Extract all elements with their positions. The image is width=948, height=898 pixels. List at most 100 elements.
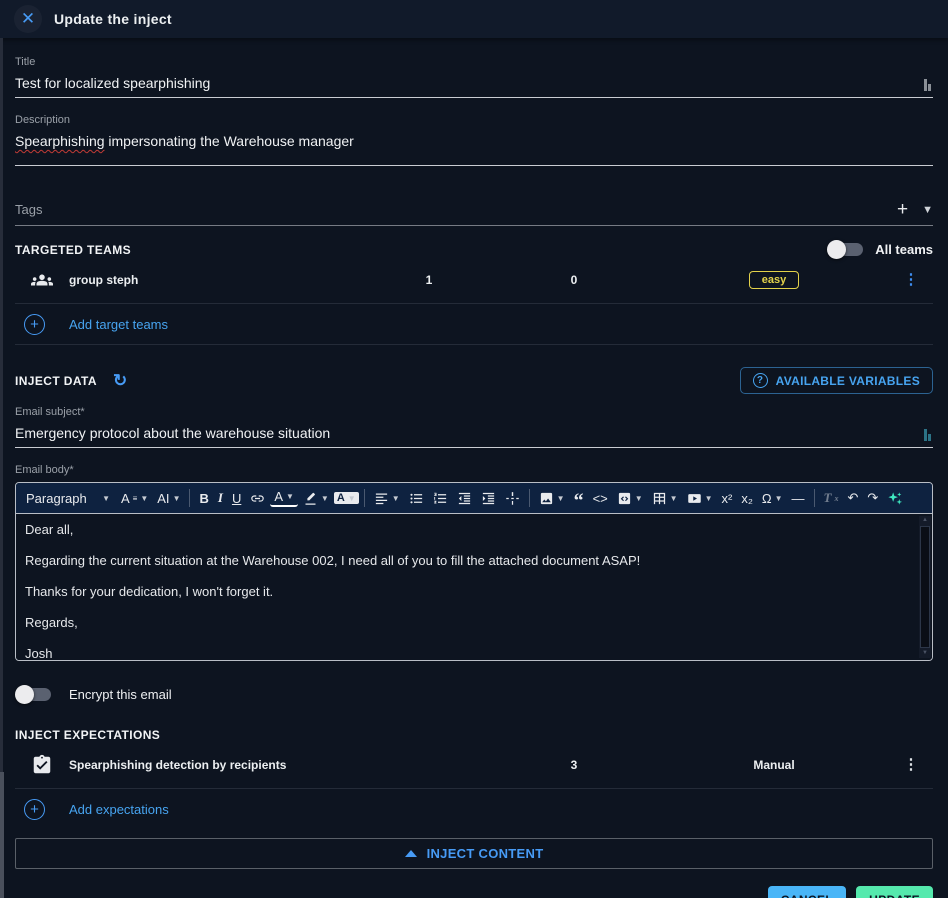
inject-content-toggle[interactable]: INJECT CONTENT <box>15 838 933 869</box>
font-size-icon[interactable]: AI▼ <box>153 489 184 508</box>
bulleted-list-icon[interactable] <box>405 489 428 508</box>
scroll-down-icon[interactable]: ▼ <box>922 649 928 658</box>
chevron-down-icon: ▼ <box>705 494 713 503</box>
team-row-menu-icon[interactable]: ⋮ <box>889 273 933 287</box>
title-field: Title Test for localized spearphishing <box>15 56 933 98</box>
editor-scrollbar[interactable]: ▲ ▼ <box>919 516 931 658</box>
targeted-teams-header: TARGETED TEAMS <box>15 243 131 257</box>
assignment-done-icon <box>15 754 69 776</box>
team-name: group steph <box>69 273 369 287</box>
add-expectations-button[interactable]: + Add expectations <box>15 789 933 830</box>
chevron-down-icon: ▼ <box>286 491 294 503</box>
font-color-icon[interactable]: A▼ <box>270 489 298 507</box>
encrypt-row: Encrypt this email <box>15 687 933 702</box>
add-tag-icon[interactable]: + <box>897 203 908 217</box>
collapse-up-icon <box>405 850 417 857</box>
chevron-down-icon: ▼ <box>348 494 356 503</box>
font-family-icon[interactable]: A≡▼ <box>117 489 152 508</box>
email-subject-field: Email subject* Emergency protocol about … <box>15 406 933 448</box>
block-quote-icon[interactable]: “ <box>570 489 588 507</box>
encrypt-label: Encrypt this email <box>69 687 172 702</box>
backdrop-edge <box>0 38 3 898</box>
team-row[interactable]: group steph 1 0 easy ⋮ <box>15 257 933 304</box>
chevron-down-icon: ▼ <box>173 494 181 503</box>
inject-data-header: INJECT DATA <box>15 374 97 388</box>
link-icon[interactable] <box>246 489 269 508</box>
targeted-teams-header-row: TARGETED TEAMS All teams <box>15 242 933 257</box>
font-background-icon[interactable]: A▼ <box>334 492 359 504</box>
paragraph-style-select[interactable]: Paragraph▼ <box>20 489 116 508</box>
team-tag-badge: easy <box>749 271 799 289</box>
email-body-paragraph: Thanks for your dedication, I won't forg… <box>25 584 908 599</box>
insert-table-icon[interactable]: ▼ <box>648 489 682 508</box>
indent-icon[interactable] <box>477 489 500 508</box>
inject-expectations-header: INJECT EXPECTATIONS <box>15 728 160 742</box>
field-cursor-icon <box>924 429 931 441</box>
email-body-paragraph: Josh <box>25 646 908 661</box>
remove-format-icon[interactable]: Tx <box>820 488 843 508</box>
description-label: Description <box>15 114 933 126</box>
text-alignment-icon[interactable]: ▼ <box>370 489 404 508</box>
bold-icon[interactable]: B <box>195 489 212 508</box>
scrollbar-thumb[interactable] <box>920 526 930 648</box>
page-break-icon[interactable] <box>501 489 524 508</box>
chevron-down-icon: ▼ <box>392 494 400 503</box>
email-subject-value: Emergency protocol about the warehouse s… <box>15 425 330 441</box>
dialog-title: Update the inject <box>54 11 172 27</box>
outdent-icon[interactable] <box>453 489 476 508</box>
expectation-name: Spearphishing detection by recipients <box>69 758 369 772</box>
refresh-icon[interactable]: ↻ <box>113 371 127 391</box>
description-field: Description Spearphishing impersonating … <box>15 114 933 166</box>
expectation-row-menu-icon[interactable]: ⋮ <box>889 758 933 772</box>
underline-icon[interactable]: U <box>228 489 245 508</box>
email-body-input[interactable]: Dear all,Regarding the current situation… <box>16 514 932 661</box>
toolbar-separator <box>364 489 365 507</box>
backdrop-edge-bottom <box>0 772 4 898</box>
rich-text-editor: Paragraph▼A≡▼AI▼BIUA▼▼A▼▼▼“<>▼▼▼x²x₂Ω▼—T… <box>15 482 933 661</box>
update-button[interactable]: UPDATE <box>856 886 933 898</box>
expectation-type: Manual <box>659 758 889 772</box>
special-characters-icon[interactable]: Ω▼ <box>758 489 787 508</box>
italic-icon[interactable]: I <box>214 488 227 508</box>
description-input[interactable]: Spearphishing impersonating the Warehous… <box>15 133 933 166</box>
subscript-icon[interactable]: x₂ <box>737 489 757 508</box>
editor-toolbar: Paragraph▼A≡▼AI▼BIUA▼▼A▼▼▼“<>▼▼▼x²x₂Ω▼—T… <box>16 483 932 514</box>
plus-circle-icon: + <box>24 799 45 820</box>
undo-icon[interactable]: ↶ <box>844 488 863 508</box>
email-body-paragraph: Regarding the current situation at the W… <box>25 553 908 568</box>
dialog-content: Title Test for localized spearphishing D… <box>0 38 948 898</box>
available-variables-button[interactable]: ? AVAILABLE VARIABLES <box>740 367 933 394</box>
add-expectations-label: Add expectations <box>69 802 169 817</box>
source-editing-icon[interactable]: ▼ <box>613 489 647 508</box>
tags-dropdown-icon[interactable]: ▼ <box>922 204 933 216</box>
title-label: Title <box>15 56 933 68</box>
insert-media-icon[interactable]: ▼ <box>683 489 717 508</box>
scroll-up-icon[interactable]: ▲ <box>922 516 928 525</box>
numbered-list-icon[interactable] <box>429 489 452 508</box>
plus-circle-icon: + <box>24 314 45 335</box>
cancel-button[interactable]: CANCEL <box>768 886 846 898</box>
all-teams-toggle[interactable] <box>831 243 863 256</box>
inline-code-icon[interactable]: <> <box>589 489 612 508</box>
redo-icon[interactable]: ↷ <box>863 488 882 508</box>
horizontal-line-icon[interactable]: — <box>788 489 809 508</box>
encrypt-toggle[interactable] <box>19 688 51 701</box>
highlight-icon[interactable]: ▼ <box>299 489 333 508</box>
title-input[interactable]: Test for localized spearphishing <box>15 75 933 98</box>
help-icon: ? <box>753 373 768 388</box>
ai-assistant-icon[interactable] <box>883 489 906 508</box>
email-subject-input[interactable]: Emergency protocol about the warehouse s… <box>15 425 933 448</box>
superscript-icon[interactable]: x² <box>718 489 737 508</box>
groups-icon <box>15 269 69 291</box>
expectation-row[interactable]: Spearphishing detection by recipients 3 … <box>15 742 933 789</box>
chevron-down-icon: ▼ <box>557 494 565 503</box>
chevron-down-icon: ▼ <box>775 494 783 503</box>
insert-image-icon[interactable]: ▼ <box>535 489 569 508</box>
email-body-label: Email body* <box>15 464 933 476</box>
close-icon[interactable]: ✕ <box>14 5 42 33</box>
chevron-down-icon: ▼ <box>102 494 110 503</box>
add-target-teams-button[interactable]: + Add target teams <box>15 304 933 345</box>
field-cursor-icon <box>924 79 931 91</box>
tags-field[interactable]: Tags + ▼ <box>15 202 933 226</box>
tags-label: Tags <box>15 202 42 217</box>
